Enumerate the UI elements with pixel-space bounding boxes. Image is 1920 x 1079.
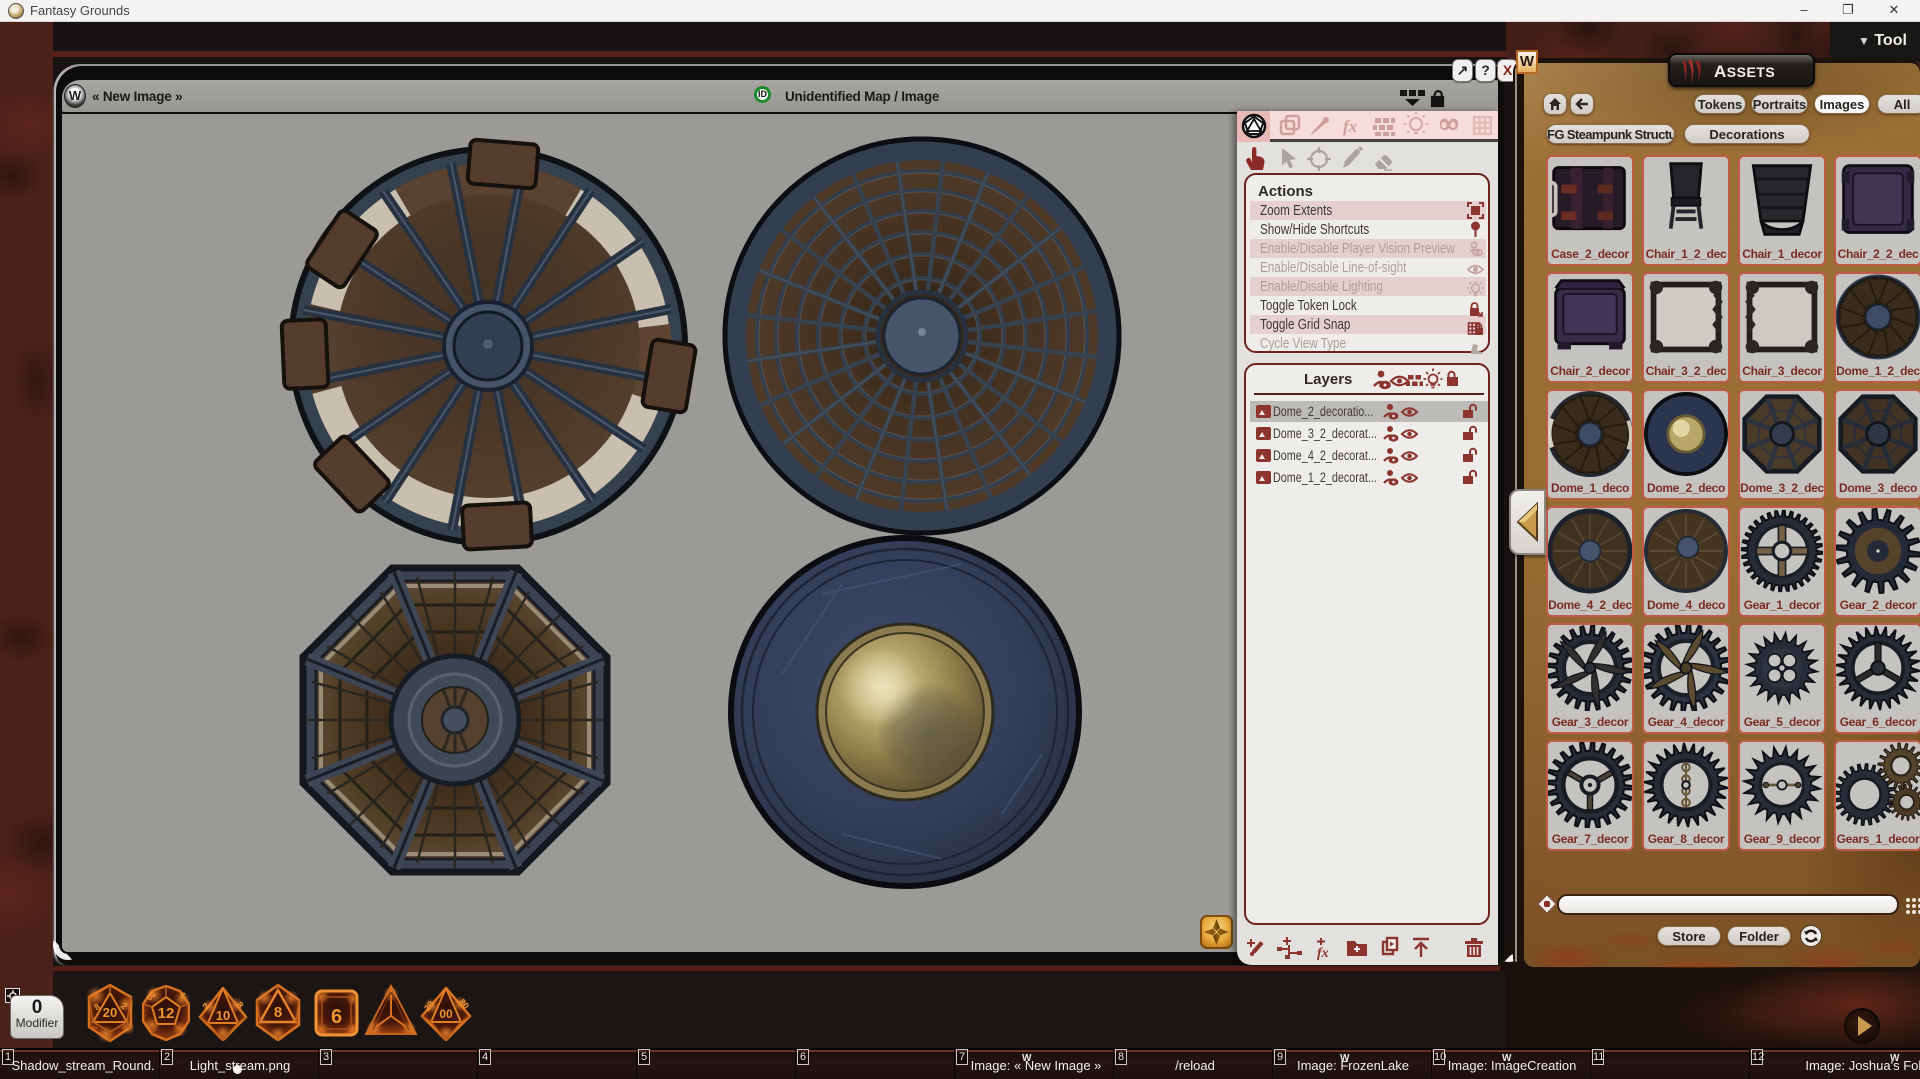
svg-text:00: 00 — [439, 1007, 453, 1021]
svg-text:6: 6 — [331, 1006, 342, 1028]
svg-text:8: 8 — [274, 1004, 282, 1021]
svg-text:fx: fx — [1343, 117, 1358, 136]
svg-text:12: 12 — [158, 1005, 175, 1022]
svg-text:fx: fx — [1317, 946, 1329, 961]
svg-text:10: 10 — [216, 1008, 230, 1023]
svg-text:20: 20 — [103, 1005, 117, 1020]
